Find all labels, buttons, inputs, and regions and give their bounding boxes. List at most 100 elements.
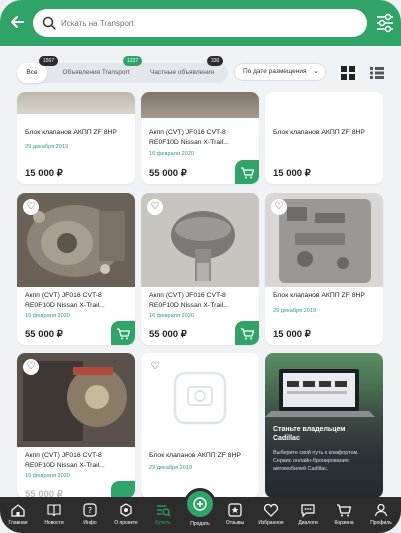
reviews-icon: [228, 503, 242, 517]
nav-label: О проекте: [114, 520, 138, 526]
news-icon: [47, 504, 61, 517]
listing-date: 29 декабря 2019: [149, 465, 193, 471]
tab-all[interactable]: Все: [17, 63, 47, 83]
listing-date: 16 февраля 2020: [149, 151, 194, 157]
search-box[interactable]: [33, 9, 367, 37]
nav-label: Корзина: [334, 520, 354, 526]
listing-title: Акпп (CVT) JF016 CVT-8 RE0F10D Nissan X-…: [25, 452, 105, 469]
listing-card[interactable]: Блок клапанов АКПП ZF 8HP 15 000 ₽: [265, 92, 383, 184]
plus-icon: [193, 497, 207, 511]
listing-card[interactable]: ♡ Блок клапанов АКПП ZF 8HP 29 декабря 2…: [141, 353, 259, 498]
favorite-heart-icon[interactable]: ♡: [23, 359, 39, 375]
home-icon: [11, 504, 25, 517]
listing-title: Акпп (CVT) JF016 CVT-8 RE0F10D Nissan X-…: [149, 292, 229, 309]
chevron-down-icon: ⌄: [313, 68, 319, 75]
nav-home[interactable]: Главная: [1, 497, 35, 533]
nav-reviews[interactable]: Отзывы: [218, 497, 252, 533]
svg-text:?: ?: [88, 506, 92, 515]
listing-date: 29 декабря 2019: [273, 308, 317, 314]
cart-icon: [337, 504, 352, 517]
tab-private-listings[interactable]: Частные объявления: [141, 63, 223, 83]
listing-card[interactable]: Акпп (CVT) JF016 CVT-8 RE0F10D Nissan X-…: [141, 92, 259, 184]
nav-about[interactable]: О проекте: [109, 497, 143, 533]
filter-settings-icon[interactable]: [376, 13, 394, 33]
nav-info[interactable]: ? Инфо: [73, 497, 107, 533]
listing-date: 29 декабря 2019: [25, 144, 69, 150]
sell-label: Продать: [190, 521, 210, 527]
listing-price: 15 000 ₽: [273, 168, 311, 179]
sort-label: По дате размещения: [243, 68, 307, 75]
nav-label: Диалоги: [298, 520, 318, 526]
tab-transport-listings[interactable]: Объявления Transport: [53, 63, 139, 83]
listing-price: 55 000 ₽: [149, 329, 187, 340]
add-to-cart-button[interactable]: [235, 160, 259, 184]
listing-date: 16 февраля 2020: [25, 473, 70, 479]
tab-label: Объявления Transport: [62, 69, 130, 76]
search-icon: [42, 16, 56, 30]
promo-text: Выберите свой путь к комфортом. Сервис о…: [273, 450, 359, 472]
nav-label: Новости: [44, 520, 64, 526]
listing-price: 55 000 ₽: [25, 329, 63, 340]
listing-card[interactable]: ♡ Акпп (CVT) JF016 CVT-8 RE0F10D Nissan …: [17, 193, 135, 345]
listing-title: Блок клапанов АКПП ZF 8HP: [25, 129, 117, 136]
sort-dropdown[interactable]: По дате размещения ⌄: [234, 63, 326, 81]
cart-icon: [241, 328, 255, 340]
profile-icon: [374, 503, 388, 517]
top-bar: [0, 0, 401, 46]
listing-price: 15 000 ₽: [25, 168, 63, 179]
listing-filter-tabs: Все 1567 Объявления Transport 1237 Частн…: [17, 56, 228, 83]
nav-label: Купить: [155, 520, 171, 526]
favorite-heart-icon[interactable]: ♡: [147, 199, 163, 215]
nav-buy[interactable]: Купить: [146, 497, 180, 533]
favorite-heart-icon[interactable]: ♡: [271, 199, 287, 215]
listing-title: Блок клапанов АКПП ZF 8HP: [149, 452, 241, 459]
add-to-cart-button[interactable]: [111, 481, 135, 498]
app-screen: Все 1567 Объявления Transport 1237 Частн…: [0, 0, 401, 533]
sell-button[interactable]: [184, 488, 216, 520]
nav-news[interactable]: Новости: [37, 497, 71, 533]
listing-card[interactable]: Блок клапанов АКПП ZF 8HP 29 декабря 201…: [17, 92, 135, 184]
list-view-icon[interactable]: [370, 67, 384, 79]
listing-card[interactable]: ♡ Блок клапанов АКПП ZF 8HP 29 декабря 2…: [265, 193, 383, 345]
nav-favorites[interactable]: Избранное: [254, 497, 288, 533]
listing-date: 16 февраля 2020: [149, 313, 194, 319]
add-to-cart-button[interactable]: [235, 321, 259, 345]
listing-photo: [17, 92, 135, 114]
dialogs-icon: [301, 504, 315, 518]
promo-title: Станьте владельцем Cadillac: [273, 426, 346, 442]
promo-banner-cadillac[interactable]: Станьте владельцем Cadillac Выберите сво…: [265, 353, 383, 498]
listing-date: 16 февраля 2020: [25, 313, 70, 319]
laptop-illustration: [265, 369, 375, 417]
grid-view-icon[interactable]: [341, 66, 355, 80]
favorites-icon: [264, 503, 278, 517]
search-input[interactable]: [61, 13, 351, 33]
listing-card[interactable]: ♡ Акпп (CVT) JF016 CVT-8 RE0F10D Nissan …: [17, 353, 135, 498]
count-badge: 330: [207, 56, 224, 66]
listing-card[interactable]: ♡ Акпп (CVT) JF016 CVT-8 RE0F10D Nissan …: [141, 193, 259, 345]
tab-label: Все: [26, 69, 38, 76]
nav-label: Отзывы: [225, 520, 245, 526]
back-arrow-icon[interactable]: [8, 12, 28, 32]
about-icon: [120, 503, 132, 517]
nav-cart[interactable]: Корзина: [327, 497, 361, 533]
nav-label: Инфо: [83, 520, 97, 526]
nav-dialogs[interactable]: Диалоги: [291, 497, 325, 533]
info-icon: ?: [83, 503, 97, 517]
listing-title: Акпп (CVT) JF016 CVT-8 RE0F10D Nissan X-…: [25, 292, 105, 309]
count-badge: 1237: [123, 56, 143, 66]
nav-label: Главная: [8, 520, 28, 526]
nav-profile[interactable]: Профиль: [364, 497, 398, 533]
cart-icon: [117, 328, 131, 340]
add-to-cart-button[interactable]: [111, 321, 135, 345]
nav-label: Избранное: [258, 520, 284, 526]
tab-label: Частные объявления: [149, 69, 214, 76]
cart-icon: [241, 167, 255, 179]
favorite-heart-icon[interactable]: ♡: [23, 199, 39, 215]
listing-title: Блок клапанов АКПП ZF 8HP: [273, 292, 365, 299]
favorite-heart-icon[interactable]: ♡: [147, 359, 163, 375]
listing-price: 15 000 ₽: [273, 329, 311, 340]
listing-photo: [141, 92, 259, 118]
listing-price: 55 000 ₽: [149, 168, 187, 179]
nav-label: Профиль: [370, 520, 392, 526]
buy-icon: [157, 505, 171, 517]
